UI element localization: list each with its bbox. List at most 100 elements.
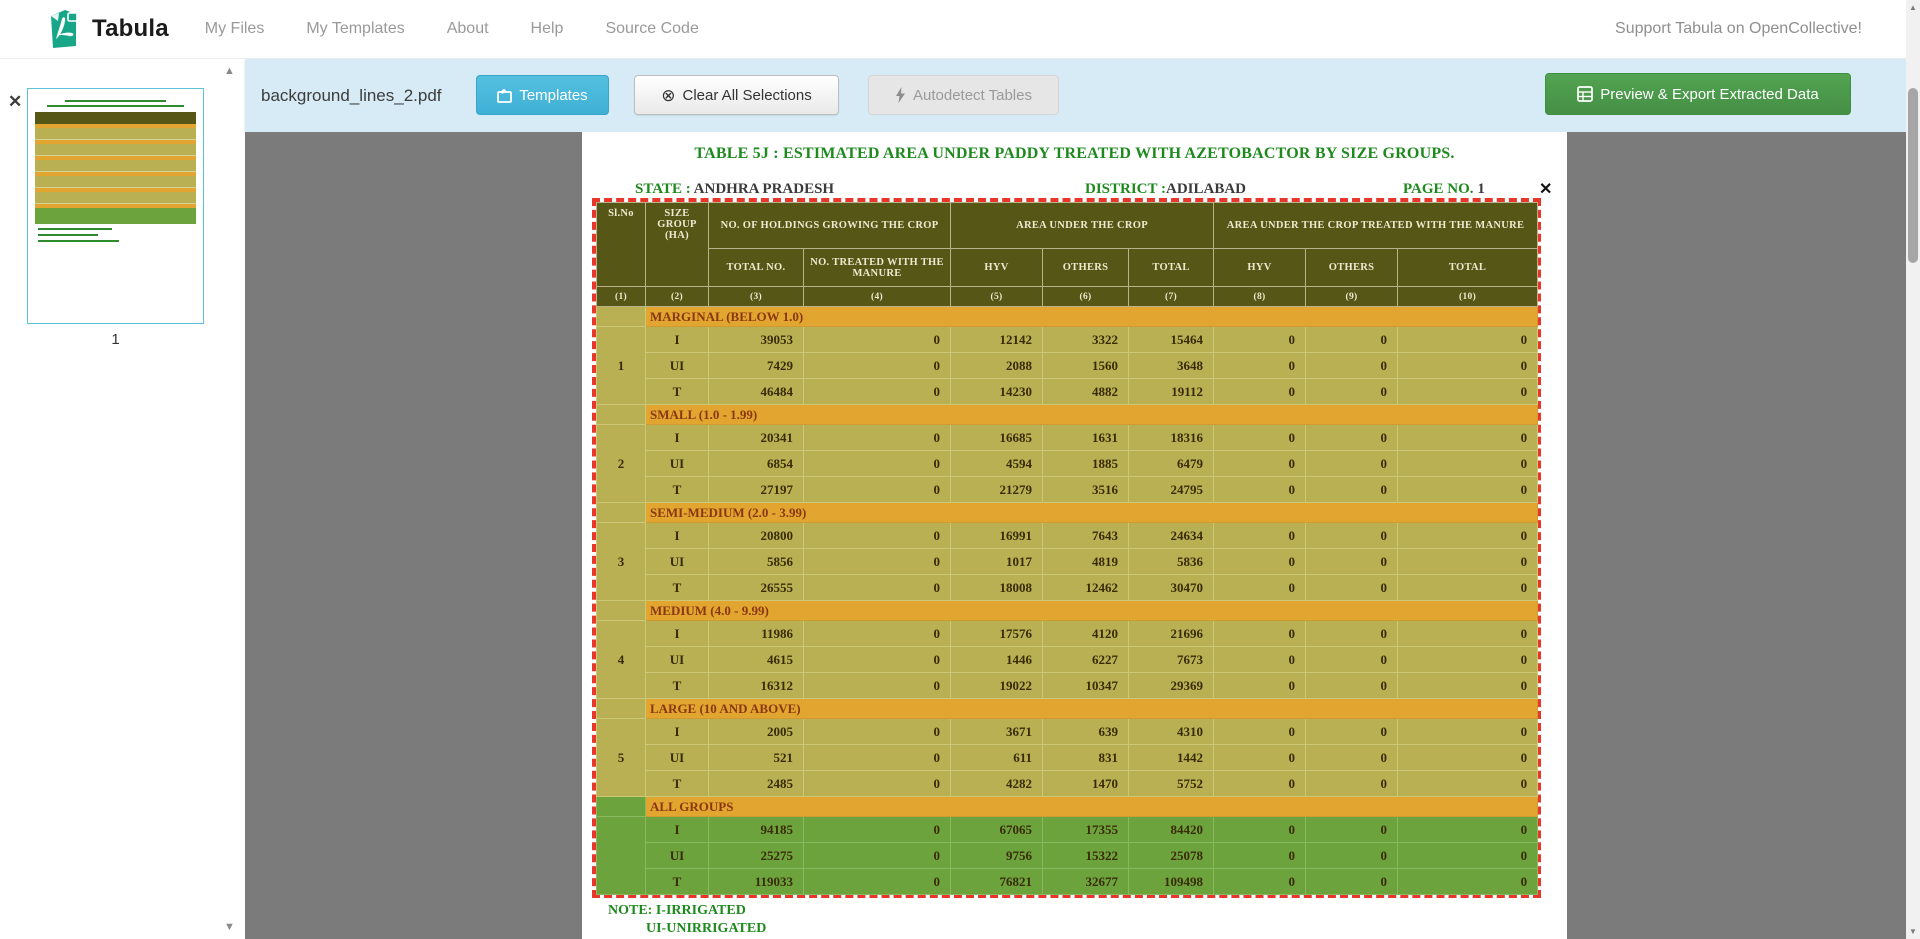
table-row: T27197021279351624795000 [597, 477, 1538, 503]
document-area: TABLE 5J : ESTIMATED AREA UNDER PADDY TR… [245, 132, 1906, 939]
row-type-cell: UI [646, 451, 709, 477]
table-cell: 67065 [951, 817, 1043, 843]
brand[interactable]: Tabula [45, 8, 169, 50]
nav-item-my-templates[interactable]: My Templates [306, 20, 404, 38]
page-no-value: 1 [1477, 181, 1485, 197]
table-header-cell: AREA UNDER THE CROP [951, 203, 1214, 249]
row-type-cell: UI [646, 647, 709, 673]
table-cell: 3516 [1043, 477, 1129, 503]
table-cell: 0 [804, 523, 951, 549]
table-header-cell: (6) [1043, 287, 1129, 307]
table-cell: 0 [1306, 843, 1398, 869]
table-row: 1I39053012142332215464000 [597, 327, 1538, 353]
selection-close-icon[interactable]: ✕ [1539, 179, 1552, 199]
table-cell: 30470 [1129, 575, 1214, 601]
table-selection[interactable]: Sl.NoSIZE GROUP (HA)NO. OF HOLDINGS GROW… [592, 198, 1541, 898]
tabula-logo-icon [45, 8, 82, 50]
district-field: DISTRICT :ADILABAD [1085, 181, 1246, 198]
clear-all-selections-button[interactable]: ⊗ Clear All Selections [634, 75, 839, 115]
row-type-cell: I [646, 719, 709, 745]
table-cell: 0 [1398, 327, 1538, 353]
table-row: UI46150144662277673000 [597, 647, 1538, 673]
slno-cell: 2 [597, 425, 646, 503]
table-cell: 9756 [951, 843, 1043, 869]
thumbnail-page-number: 1 [27, 331, 204, 348]
table-row: I941850670651735584420000 [597, 817, 1538, 843]
district-value: ADILABAD [1166, 181, 1246, 197]
window-scrollbar[interactable]: ▲ ▼ [1906, 0, 1920, 939]
table-cell: 0 [804, 673, 951, 699]
table-cell: 5856 [709, 549, 804, 575]
table-cell: 0 [1214, 745, 1306, 771]
table-row: UI25275097561532225078000 [597, 843, 1538, 869]
row-type-cell: UI [646, 745, 709, 771]
preview-export-button[interactable]: Preview & Export Extracted Data [1545, 73, 1851, 115]
lightning-icon [895, 87, 906, 103]
templates-button[interactable]: Templates [476, 75, 609, 115]
table-header-cell: NO. TREATED WITH THE MANURE [804, 249, 951, 287]
nav-item-my-files[interactable]: My Files [205, 20, 265, 38]
row-type-cell: T [646, 575, 709, 601]
table-cell: 3671 [951, 719, 1043, 745]
group-label: MARGINAL (BELOW 1.0) [646, 307, 1538, 327]
table-cell: 521 [709, 745, 804, 771]
page-no-label: PAGE NO. [1403, 181, 1474, 197]
table-cell: 5752 [1129, 771, 1214, 797]
table-cell: 0 [1306, 549, 1398, 575]
table-cell: 0 [1214, 647, 1306, 673]
table-header-cell: HYV [1214, 249, 1306, 287]
autodetect-tables-button[interactable]: Autodetect Tables [868, 75, 1059, 115]
row-type-cell: UI [646, 353, 709, 379]
table-header-cell: (10) [1398, 287, 1538, 307]
table-cell: 0 [1214, 549, 1306, 575]
nav-item-about[interactable]: About [447, 20, 489, 38]
district-label: DISTRICT : [1085, 181, 1166, 197]
table-cell: 0 [1214, 425, 1306, 451]
table-cell: 0 [1398, 353, 1538, 379]
table-header-cell: (1) [597, 287, 646, 307]
table-header-cell: OTHERS [1306, 249, 1398, 287]
page-thumbnail[interactable] [27, 88, 204, 324]
toolbar: background_lines_2.pdf Templates ⊗ Clear… [245, 59, 1906, 132]
slno-spacer-cell [597, 307, 646, 327]
sidebar-scroll-down-icon[interactable]: ▼ [224, 921, 235, 933]
scrollbar-up-icon[interactable]: ▲ [1906, 0, 1920, 15]
table-cell: 6479 [1129, 451, 1214, 477]
table-cell: 0 [804, 549, 951, 575]
table-cell: 1631 [1043, 425, 1129, 451]
brand-name[interactable]: Tabula [92, 15, 169, 43]
slno-cell: 5 [597, 719, 646, 797]
table-cell: 0 [804, 353, 951, 379]
remove-file-icon[interactable]: ✕ [8, 93, 22, 110]
row-type-cell: T [646, 673, 709, 699]
table-cell: 6227 [1043, 647, 1129, 673]
templates-icon [497, 88, 512, 103]
table-cell: 14230 [951, 379, 1043, 405]
pdf-page[interactable]: TABLE 5J : ESTIMATED AREA UNDER PADDY TR… [582, 132, 1567, 939]
table-cell: 0 [804, 817, 951, 843]
table-cell: 20800 [709, 523, 804, 549]
table-cell: 1470 [1043, 771, 1129, 797]
table-cell: 21696 [1129, 621, 1214, 647]
nav-item-source-code[interactable]: Source Code [605, 20, 698, 38]
autodetect-tables-label: Autodetect Tables [913, 87, 1032, 104]
table-cell: 18316 [1129, 425, 1214, 451]
table-cell: 0 [1306, 621, 1398, 647]
sidebar-scroll-up-icon[interactable]: ▲ [224, 65, 235, 77]
preview-export-label: Preview & Export Extracted Data [1600, 86, 1818, 103]
nav-item-help[interactable]: Help [531, 20, 564, 38]
table-cell: 0 [804, 869, 951, 895]
table-cell: 0 [804, 719, 951, 745]
slno-spacer-cell [597, 503, 646, 523]
table-cell: 1885 [1043, 451, 1129, 477]
support-link[interactable]: Support Tabula on OpenCollective! [1615, 20, 1862, 38]
page-no-field: PAGE NO. 1 [1403, 181, 1485, 198]
table-header-cell: (8) [1214, 287, 1306, 307]
table-cell: 16991 [951, 523, 1043, 549]
table-cell: 1442 [1129, 745, 1214, 771]
table-cell: 4120 [1043, 621, 1129, 647]
scrollbar-thumb[interactable] [1908, 88, 1918, 263]
group-label: LARGE (10 AND ABOVE) [646, 699, 1538, 719]
scrollbar-down-icon[interactable]: ▼ [1906, 924, 1920, 939]
table-cell: 831 [1043, 745, 1129, 771]
